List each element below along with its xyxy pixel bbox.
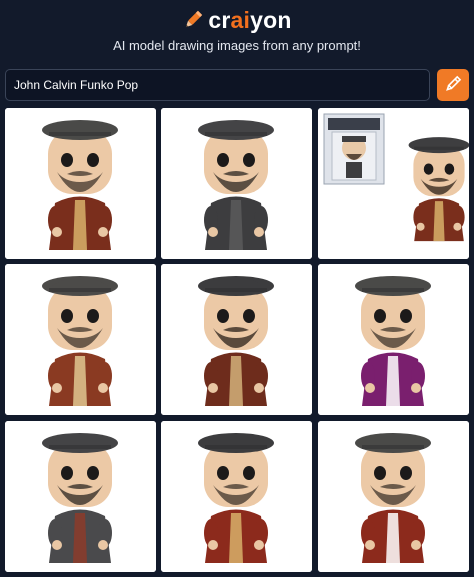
generated-image[interactable]: [161, 108, 312, 259]
generated-image[interactable]: [5, 264, 156, 415]
prompt-bar: [5, 69, 469, 101]
generated-image[interactable]: [318, 421, 469, 572]
pencil-icon: [444, 75, 462, 96]
header: craiyon AI model drawing images from any…: [0, 0, 474, 66]
results-grid: [5, 108, 469, 573]
tagline: AI model drawing images from any prompt!: [113, 38, 361, 53]
brand-name: craiyon: [208, 7, 292, 33]
generated-image[interactable]: [318, 108, 469, 259]
generated-image[interactable]: [318, 264, 469, 415]
generated-image[interactable]: [161, 264, 312, 415]
generated-image[interactable]: [161, 421, 312, 572]
generated-image[interactable]: [5, 108, 156, 259]
prompt-input[interactable]: [5, 69, 430, 101]
craiyon-logo[interactable]: craiyon: [0, 6, 474, 34]
pencil-logo-icon: [182, 9, 204, 31]
generated-image[interactable]: [5, 421, 156, 572]
draw-button[interactable]: [437, 69, 469, 101]
